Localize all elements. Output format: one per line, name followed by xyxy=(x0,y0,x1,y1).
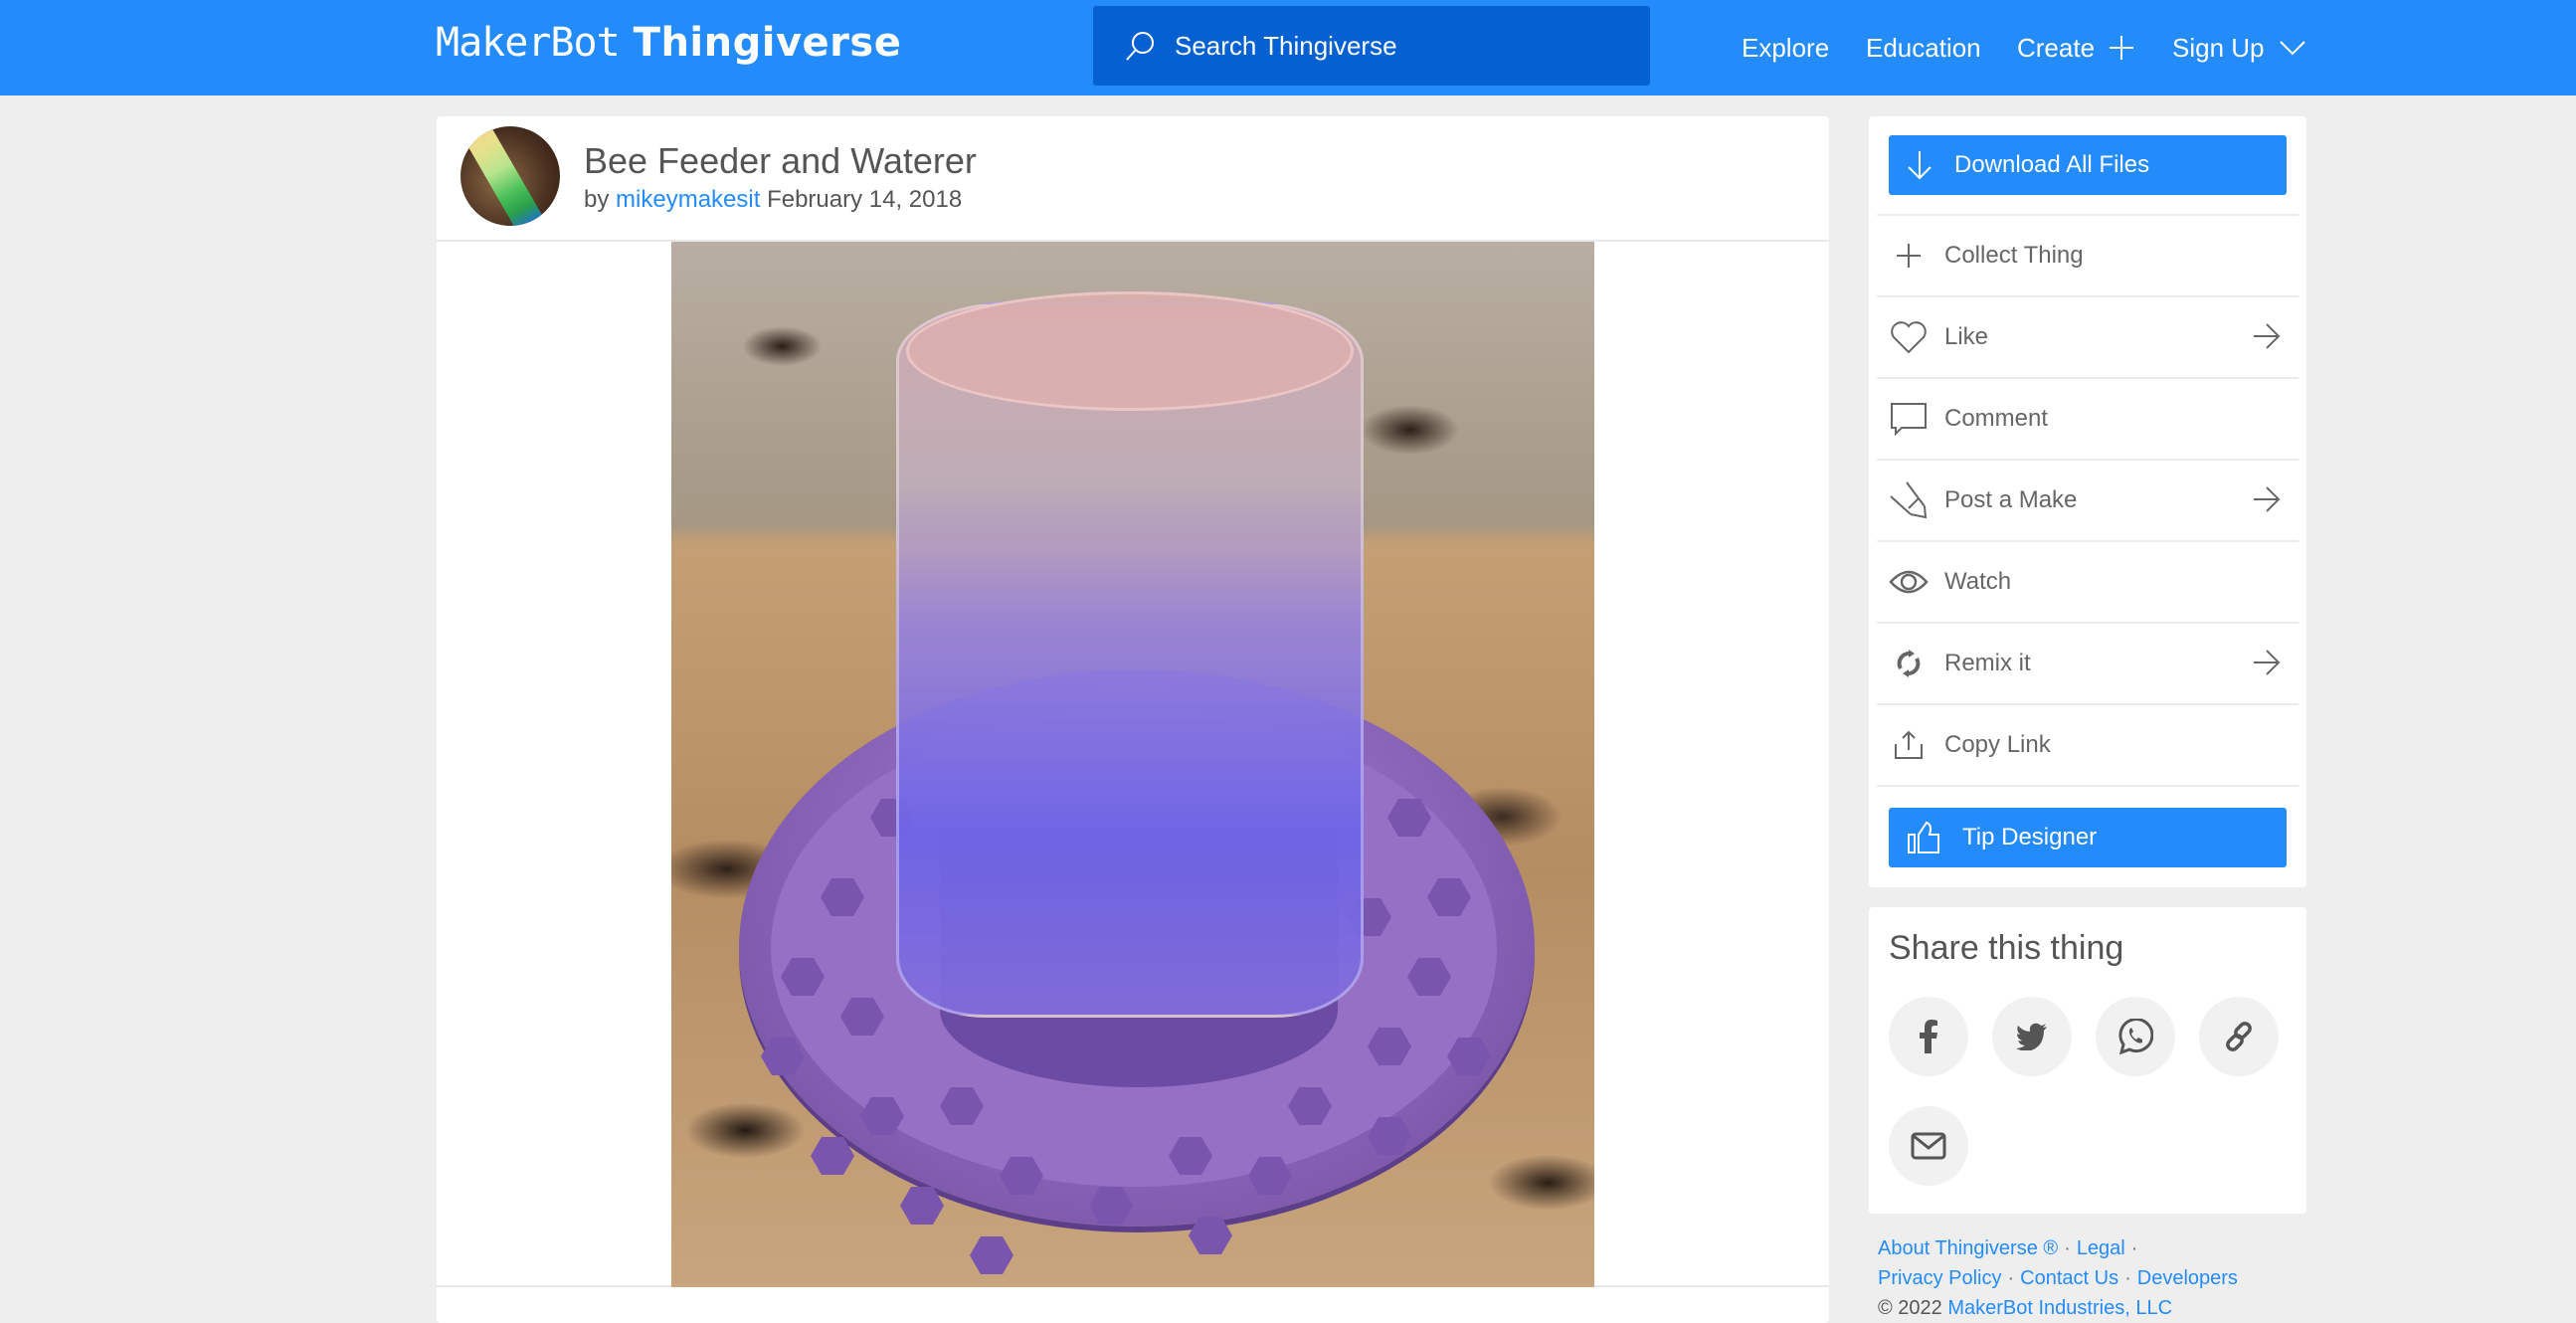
action-label: Collect Thing xyxy=(1944,242,2084,269)
action-label: Like xyxy=(1944,323,1989,350)
thing-main-image[interactable] xyxy=(671,242,1594,1287)
tip-designer-button[interactable]: Tip Designer xyxy=(1889,808,2287,867)
footer-contact-link[interactable]: Contact Us xyxy=(2020,1267,2118,1289)
arrow-right-icon xyxy=(2254,486,2281,512)
search-input[interactable]: Search Thingiverse xyxy=(1093,6,1650,86)
nav-signup-label: Sign Up xyxy=(2172,32,2265,63)
share-twitter-button[interactable] xyxy=(1992,997,2072,1076)
download-all-files-label: Download All Files xyxy=(1954,151,2150,178)
share-facebook-button[interactable] xyxy=(1889,997,1968,1076)
nav-explore[interactable]: Explore xyxy=(1742,0,1829,95)
thumbs-up-icon xyxy=(1908,821,1939,853)
action-label: Remix it xyxy=(1944,650,2031,676)
action-watch[interactable]: Watch xyxy=(1877,540,2299,622)
top-navigation-bar: MakerBot Thingiverse Search Thingiverse E… xyxy=(0,0,2576,95)
share-email-button[interactable] xyxy=(1889,1106,1968,1186)
separator: · xyxy=(2007,1267,2015,1289)
nav-create[interactable]: Create xyxy=(2017,0,2134,95)
action-collect-thing[interactable]: Collect Thing xyxy=(1877,214,2299,295)
thingiverse-logo[interactable]: MakerBot Thingiverse xyxy=(436,20,901,66)
share-copy-link-button[interactable] xyxy=(2199,997,2279,1076)
action-post-a-make[interactable]: Post a Make xyxy=(1877,459,2299,540)
footer-privacy-link[interactable]: Privacy Policy xyxy=(1878,1267,2001,1289)
share-upload-icon xyxy=(1887,723,1931,767)
footer-about-link[interactable]: About Thingiverse ® xyxy=(1878,1237,2058,1259)
by-label: by xyxy=(584,186,610,213)
action-copy-link[interactable]: Copy Link xyxy=(1877,703,2299,785)
arrow-right-icon xyxy=(2254,650,2281,675)
footer-company-link[interactable]: MakerBot Industries, LLC xyxy=(1947,1297,2172,1319)
nav-signup[interactable]: Sign Up xyxy=(2172,0,2306,95)
separator: · xyxy=(2124,1267,2131,1289)
separator: · xyxy=(2064,1237,2071,1259)
plus-icon xyxy=(1887,234,1931,278)
thing-card: Bee Feeder and Waterer by mikeymakesit F… xyxy=(437,116,1829,1323)
action-label: Watch xyxy=(1944,568,2012,595)
download-arrow-icon xyxy=(1908,151,1932,180)
logo-thingiverse: Thingiverse xyxy=(633,20,902,66)
tip-designer-label: Tip Designer xyxy=(1962,824,2098,850)
facebook-icon xyxy=(1920,1020,1937,1053)
eye-icon xyxy=(1887,560,1931,604)
share-panel: Share this thing xyxy=(1869,907,2306,1214)
link-icon xyxy=(2226,1022,2252,1051)
download-all-files-button[interactable]: Download All Files xyxy=(1889,135,2287,195)
pencil-icon xyxy=(1887,478,1931,522)
action-label: Post a Make xyxy=(1944,486,2078,513)
action-label: Copy Link xyxy=(1944,731,2051,758)
copyright-text: © 2022 xyxy=(1878,1297,1942,1319)
publish-date: February 14, 2018 xyxy=(767,186,963,213)
action-like[interactable]: Like xyxy=(1877,295,2299,377)
chevron-down-icon xyxy=(2279,41,2305,56)
action-remix[interactable]: Remix it xyxy=(1877,622,2299,703)
thing-title: Bee Feeder and Waterer xyxy=(584,140,977,181)
twitter-icon xyxy=(2016,1023,2047,1050)
nav-explore-label: Explore xyxy=(1742,32,1830,63)
plus-icon xyxy=(2110,36,2134,60)
action-label: Comment xyxy=(1944,405,2049,432)
footer-developers-link[interactable]: Developers xyxy=(2137,1267,2238,1289)
divider xyxy=(1877,785,2299,787)
nav-education-label: Education xyxy=(1866,32,1981,63)
remix-icon xyxy=(1887,642,1931,685)
arrow-right-icon xyxy=(2254,323,2281,349)
action-comment[interactable]: Comment xyxy=(1877,377,2299,459)
author-avatar[interactable] xyxy=(460,126,560,226)
footer-legal-link[interactable]: Legal xyxy=(2077,1237,2125,1259)
logo-makerbot: MakerBot xyxy=(436,20,621,66)
separator: · xyxy=(2130,1237,2138,1259)
search-icon xyxy=(1126,32,1154,61)
search-placeholder: Search Thingiverse xyxy=(1175,30,1397,61)
share-whatsapp-button[interactable] xyxy=(2096,997,2175,1076)
whatsapp-icon xyxy=(2118,1019,2153,1054)
image-gallery xyxy=(437,240,1829,1287)
footer-links: About Thingiverse ® · Legal · Privacy Polic… xyxy=(1878,1233,2315,1323)
thing-actions-panel: Download All Files Collect Thing Like Co… xyxy=(1869,116,2306,887)
share-title: Share this thing xyxy=(1889,929,2124,967)
comment-icon xyxy=(1887,397,1931,441)
email-icon xyxy=(1911,1132,1946,1160)
nav-education[interactable]: Education xyxy=(1866,0,1981,95)
nav-create-label: Create xyxy=(2017,32,2096,63)
author-link[interactable]: mikeymakesit xyxy=(616,186,760,213)
heart-icon xyxy=(1887,315,1931,359)
thing-byline: by mikeymakesit February 14, 2018 xyxy=(584,186,962,214)
